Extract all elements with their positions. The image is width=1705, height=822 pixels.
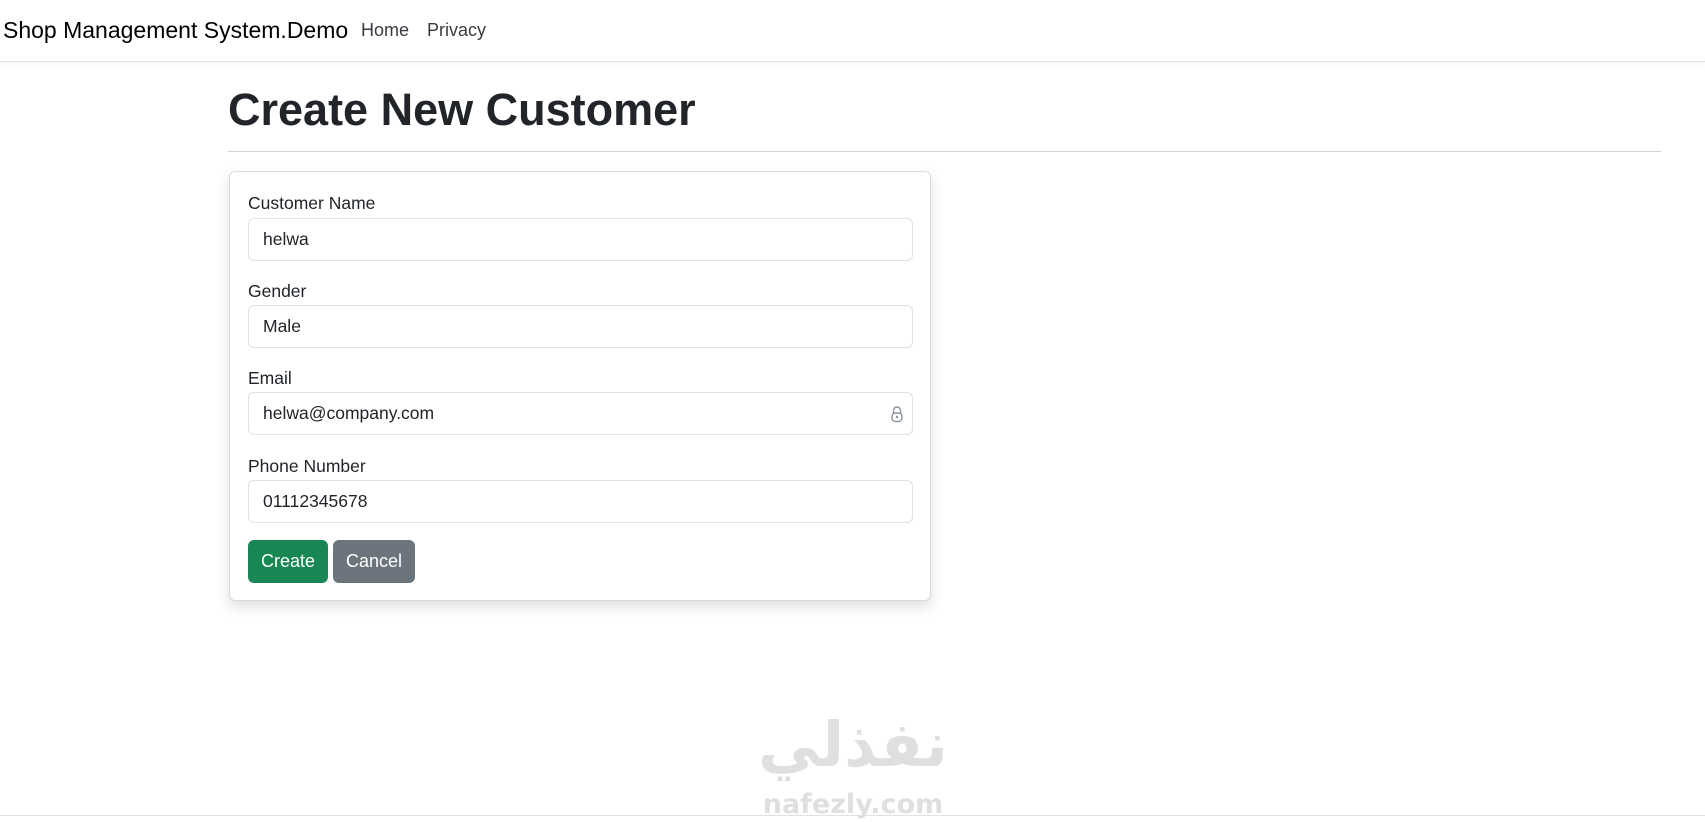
customer-form-card: Customer Name helwa Gender Male Email he… [229, 171, 931, 601]
footer-divider [0, 815, 1705, 816]
gender-value: Male [263, 316, 301, 336]
watermark-arabic-text: نفذلي [758, 708, 948, 781]
watermark-logo: نفذلي nafezly.com [748, 712, 958, 822]
title-divider [228, 151, 1661, 152]
cancel-button[interactable]: Cancel [333, 540, 415, 583]
email-label: Email [248, 368, 292, 388]
email-value: helwa@company.com [263, 403, 435, 423]
customer-name-value: helwa [263, 229, 309, 249]
nav-home-link[interactable]: Home [361, 19, 409, 41]
top-navbar: Shop Management System.Demo Home Privacy [0, 0, 1705, 62]
gender-label: Gender [248, 281, 307, 301]
customer-name-input[interactable]: helwa [248, 218, 913, 261]
customer-name-label: Customer Name [248, 193, 376, 213]
gender-input[interactable]: Male [248, 305, 913, 348]
phone-number-value: 01112345678 [263, 491, 368, 511]
create-button[interactable]: Create [248, 540, 328, 583]
brand-link[interactable]: Shop Management System.Demo [3, 16, 348, 44]
phone-number-input[interactable]: 01112345678 [248, 480, 913, 523]
nav-privacy-link[interactable]: Privacy [427, 19, 486, 41]
page-title: Create New Customer [228, 84, 696, 135]
email-input[interactable]: helwa@company.com [248, 392, 913, 435]
phone-number-label: Phone Number [248, 456, 366, 476]
lock-icon[interactable] [890, 405, 904, 423]
